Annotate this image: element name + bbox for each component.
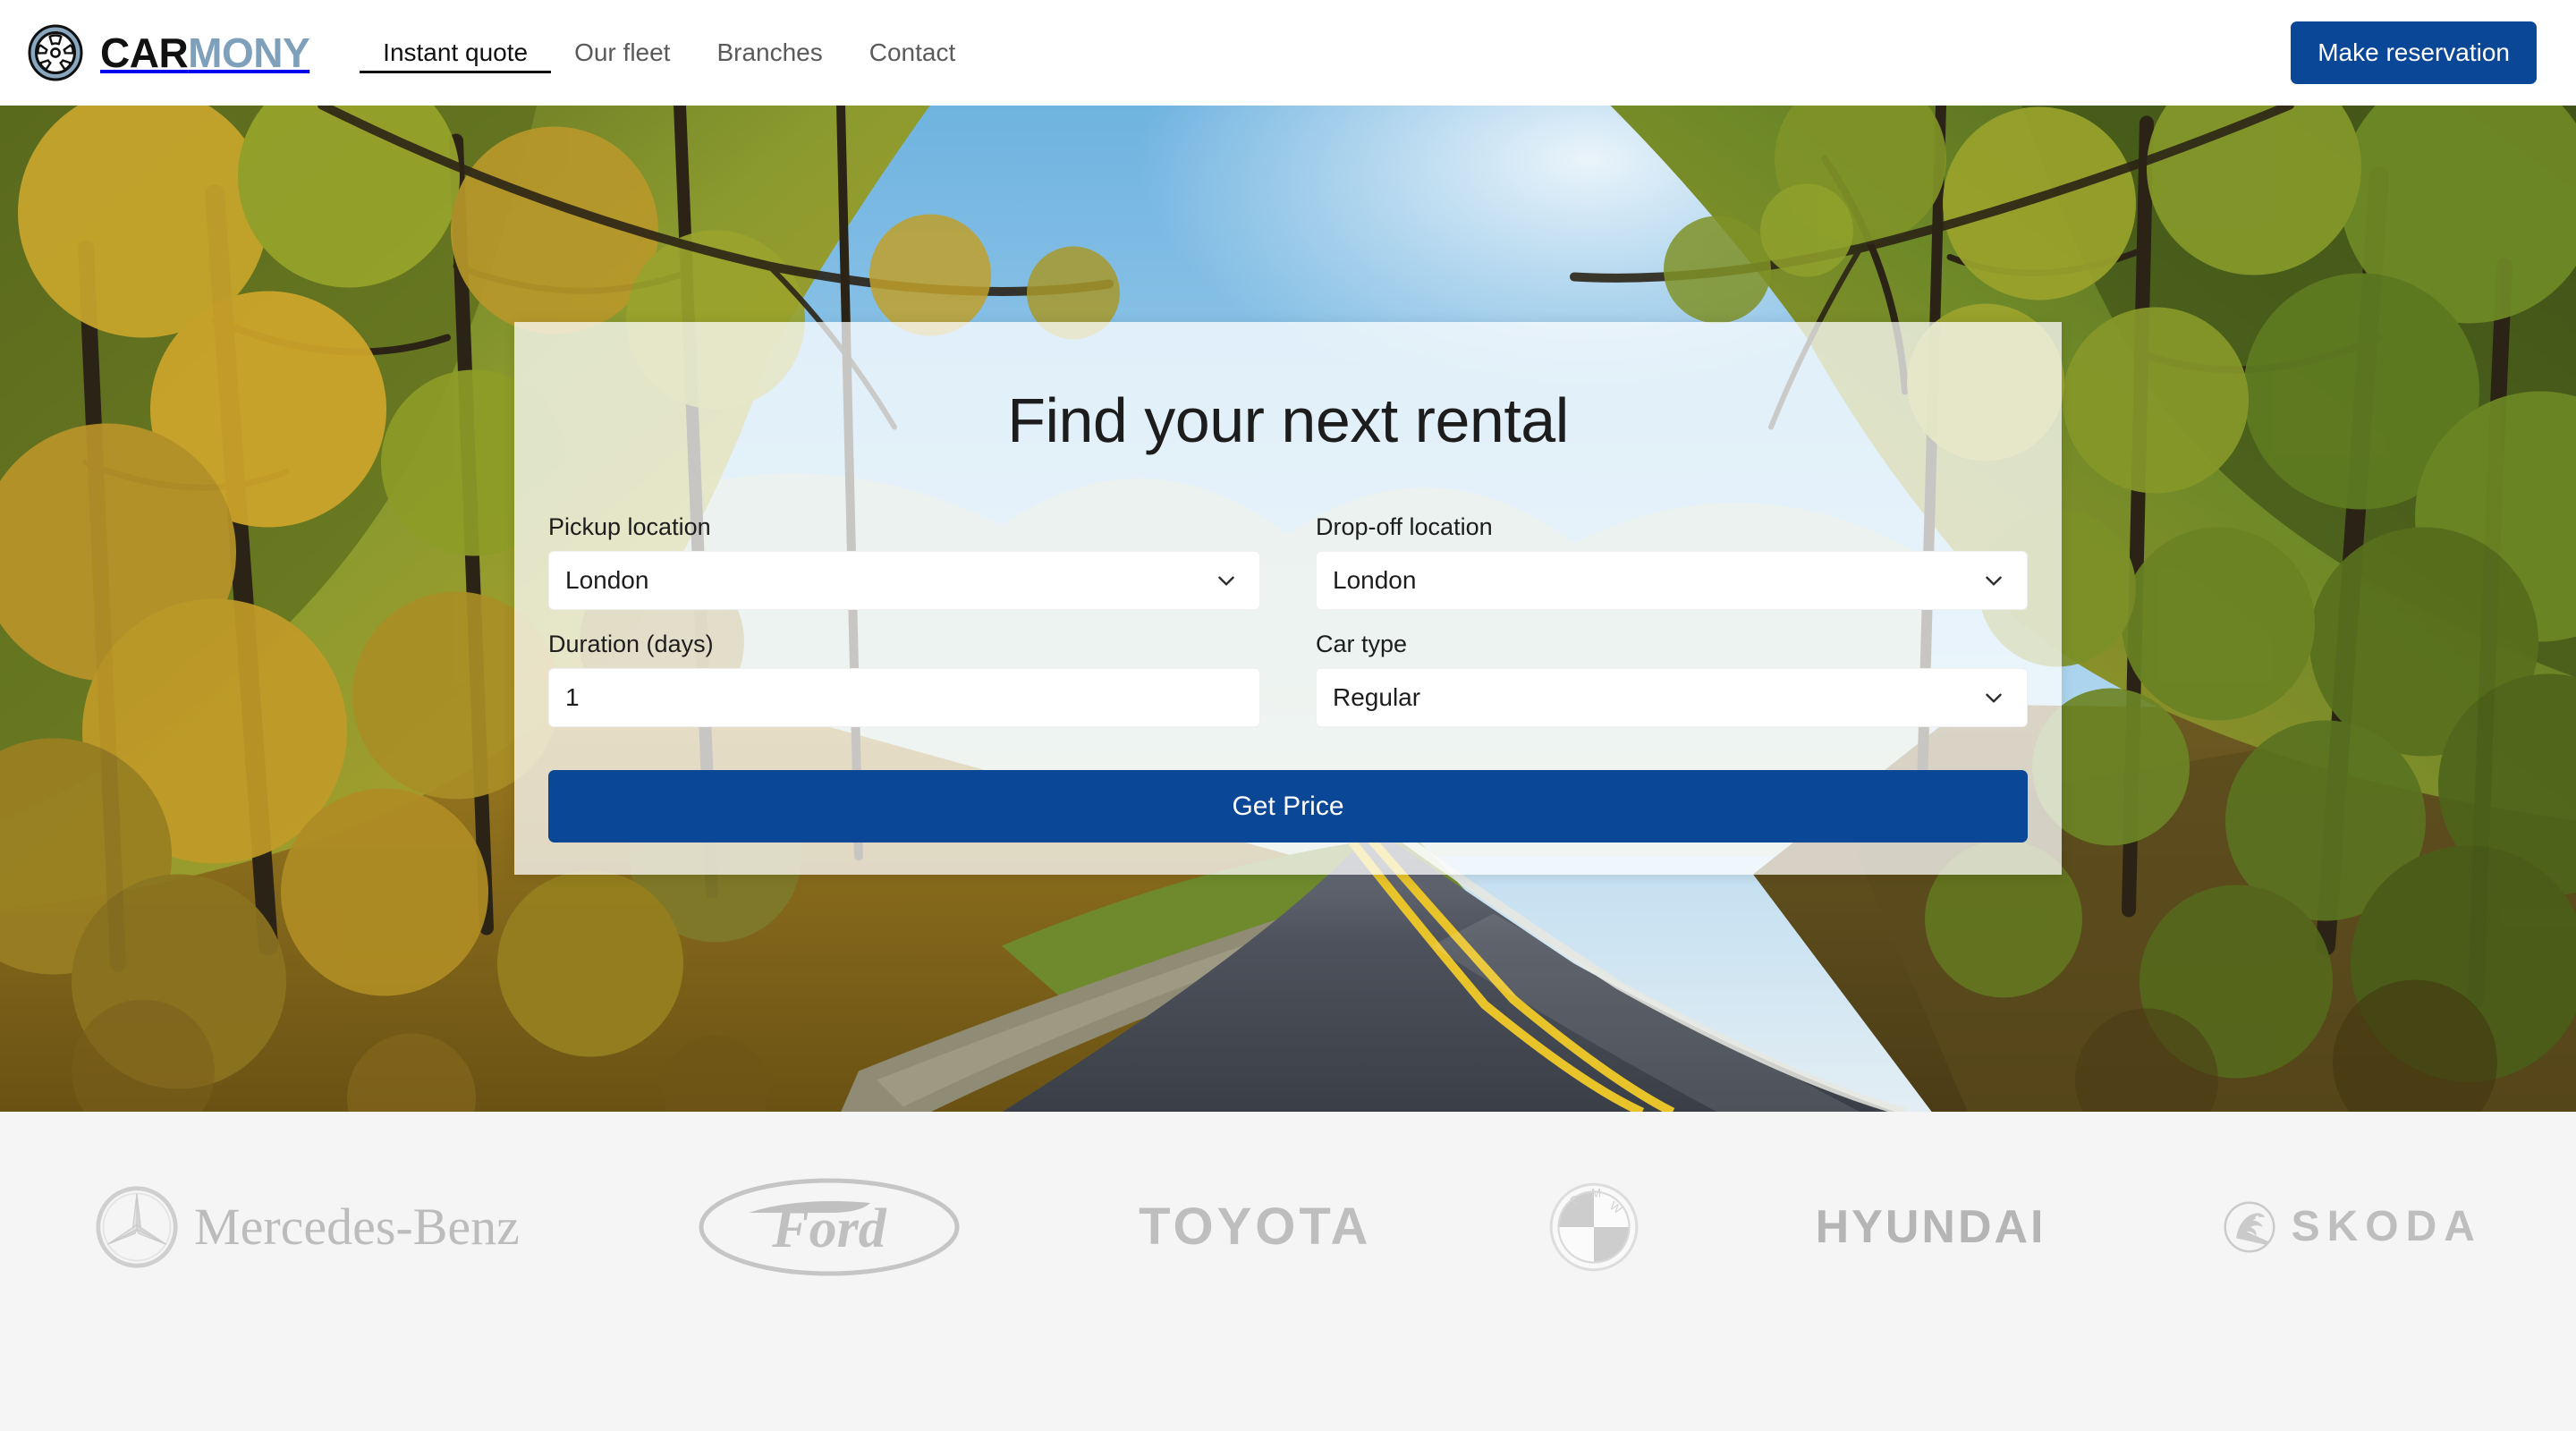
- skoda-wing-icon: [2222, 1199, 2277, 1255]
- wheel-icon: [27, 24, 84, 81]
- nav-item-our-fleet[interactable]: Our fleet: [551, 32, 693, 73]
- car-type-label: Car type: [1316, 630, 1408, 657]
- brand-logo[interactable]: CARMONY: [27, 24, 310, 81]
- duration-days-label: Duration (days): [548, 630, 714, 657]
- chevron-down-icon: [1982, 686, 2005, 709]
- site-header: CARMONY Instant quote Our fleet Branches…: [0, 0, 2576, 106]
- brand-text-primary: CAR: [100, 30, 189, 76]
- quote-form-card: Find your next rental Pickup location Lo…: [514, 322, 2062, 876]
- brand-skoda: SKODA: [2222, 1199, 2482, 1255]
- partner-brands-strip: Mercedes-Benz Ford TOYOTA B M W HYUNDAI …: [0, 1112, 2576, 1431]
- make-reservation-button[interactable]: Make reservation: [2291, 21, 2537, 85]
- dropoff-location-select[interactable]: London: [1316, 550, 2028, 610]
- skoda-wordmark: SKODA: [2291, 1202, 2482, 1250]
- pickup-location-select[interactable]: London: [548, 550, 1260, 610]
- brand-text-secondary: MONY: [188, 30, 310, 76]
- svg-text:M: M: [1590, 1186, 1600, 1199]
- mercedes-wordmark: Mercedes-Benz: [194, 1197, 520, 1256]
- brand-mercedes-benz: Mercedes-Benz: [94, 1184, 520, 1270]
- bmw-roundel-icon: B M W: [1547, 1181, 1640, 1274]
- pickup-location-value: London: [565, 566, 649, 595]
- brand-wordmark: CARMONY: [100, 30, 310, 76]
- brand-hyundai: HYUNDAI: [1816, 1204, 2046, 1250]
- brand-bmw: B M W: [1547, 1181, 1640, 1274]
- nav-item-contact[interactable]: Contact: [846, 32, 979, 73]
- main-nav: Instant quote Our fleet Branches Contact: [360, 32, 979, 73]
- ford-oval-icon: Ford: [695, 1173, 963, 1281]
- hyundai-wordmark: HYUNDAI: [1815, 1200, 2046, 1253]
- chevron-down-icon: [1215, 569, 1238, 592]
- brand-toyota: TOYOTA: [1139, 1197, 1372, 1256]
- pickup-location-field: Pickup location London: [548, 512, 1260, 610]
- pickup-location-label: Pickup location: [548, 512, 711, 540]
- nav-item-branches[interactable]: Branches: [693, 32, 845, 73]
- dropoff-location-label: Drop-off location: [1316, 512, 1493, 540]
- car-type-value: Regular: [1333, 683, 1421, 712]
- get-price-button[interactable]: Get Price: [548, 770, 2028, 843]
- car-type-field: Car type Regular: [1316, 630, 2028, 728]
- duration-days-input[interactable]: 1: [548, 668, 1260, 728]
- dropoff-location-value: London: [1333, 566, 1417, 595]
- duration-days-value: 1: [565, 683, 580, 712]
- toyota-wordmark: TOYOTA: [1139, 1197, 1372, 1256]
- quote-card-title: Find your next rental: [1007, 385, 1569, 455]
- brand-ford: Ford: [695, 1173, 963, 1281]
- chevron-down-icon: [1982, 569, 2005, 592]
- hero-section: Find your next rental Pickup location Lo…: [0, 106, 2576, 1112]
- duration-days-field: Duration (days) 1: [548, 630, 1260, 728]
- dropoff-location-field: Drop-off location London: [1316, 512, 2028, 610]
- quote-field-grid: Pickup location London Drop-off location…: [548, 512, 2028, 728]
- mercedes-star-icon: [94, 1184, 180, 1270]
- nav-item-instant-quote[interactable]: Instant quote: [360, 32, 552, 73]
- car-type-select[interactable]: Regular: [1316, 668, 2028, 728]
